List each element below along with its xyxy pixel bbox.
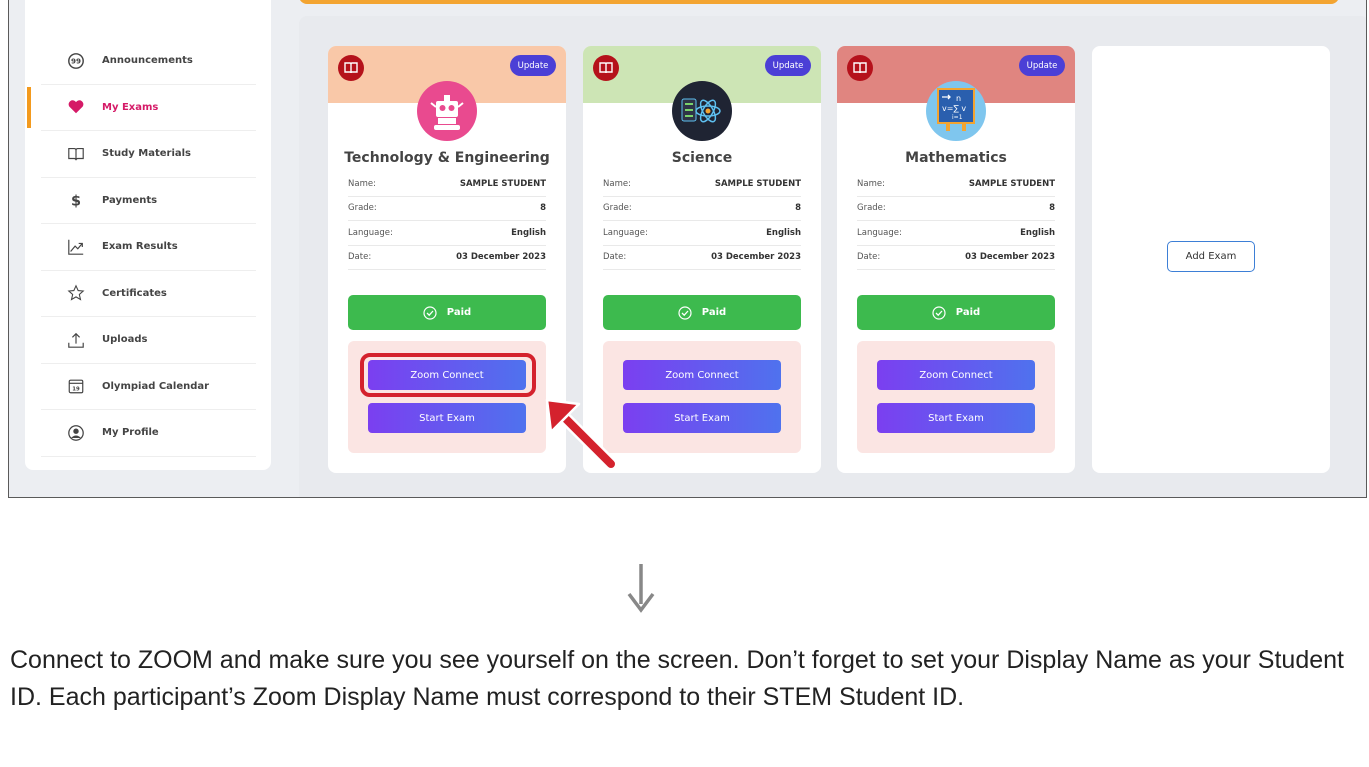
instruction-caption: Connect to ZOOM and make sure you see yo… [10,646,1344,711]
book-icon [338,55,364,81]
start-exam-button[interactable]: Start Exam [623,403,781,433]
top-accent-bar [299,0,1339,4]
zoom-connect-button[interactable]: Zoom Connect [623,360,781,390]
detail-row-grade: Grade: 8 [603,197,801,221]
svg-text:19: 19 [72,387,80,393]
update-button[interactable]: Update [765,55,811,76]
sidebar-item-label: Exam Results [102,241,178,253]
sidebar-item-uploads[interactable]: Uploads [41,317,256,364]
check-circle-icon [678,305,692,320]
sidebar-item-label: Uploads [102,334,148,346]
sidebar-item-label: Certificates [102,287,167,299]
add-exam-button[interactable]: Add Exam [1167,241,1255,272]
sidebar-item-my-profile[interactable]: My Profile [41,410,256,457]
check-circle-icon [423,305,437,320]
svg-text:$: $ [71,194,81,210]
card-title: Mathematics [905,150,1007,166]
book-icon [593,55,619,81]
exam-card-mathematics: Update n v=∑ v i=1 Mathematics Name: SAMP… [837,46,1075,473]
card-details: Name: SAMPLE STUDENT Grade: 8 Language: Eng… [857,172,1055,270]
update-button[interactable]: Update [1019,55,1065,76]
exam-actions: Zoom Connect Start Exam [603,341,801,453]
card-details: Name: SAMPLE STUDENT Grade: 8 Language: Eng… [603,172,801,270]
sidebar-item-label: My Profile [102,427,159,439]
sidebar-item-label: My Exams [102,101,159,113]
paid-status: Paid [348,295,546,330]
sidebar: 99 Announcements My Exams Study Material… [25,0,271,470]
sidebar-item-study-materials[interactable]: Study Materials [41,131,256,178]
sidebar-item-label: Olympiad Calendar [102,380,210,392]
sidebar-item-olympiad-calendar[interactable]: 19 Olympiad Calendar [41,364,256,410]
add-exam-card: Add Exam [1092,46,1330,473]
check-circle-icon [932,305,946,320]
exam-card-technology: Update Technology & Engineering Name: SAM… [328,46,566,473]
heart-icon [66,97,86,117]
sidebar-item-payments[interactable]: $ Payments [41,178,256,224]
upload-icon [66,330,86,350]
sidebar-nav: 99 Announcements My Exams Study Material… [25,38,271,457]
card-title: Science [671,150,733,166]
math-board-icon: n v=∑ v i=1 [926,81,986,141]
zoom-connect-button[interactable]: Zoom Connect [877,360,1035,390]
update-button[interactable]: Update [510,55,556,76]
calendar-icon: 19 [66,376,86,396]
card-title: Technology & Engineering [344,150,550,166]
dollar-icon: $ [66,190,86,210]
profile-icon [66,423,86,443]
detail-row-grade: Grade: 8 [348,197,546,221]
detail-row-name: Name: SAMPLE STUDENT [603,172,801,197]
red-pointer-arrow-icon [545,398,618,471]
portal-screenshot: 99 Announcements My Exams Study Material… [8,0,1367,498]
sidebar-item-exam-results[interactable]: Exam Results [41,224,256,271]
paid-status: Paid [603,295,801,330]
book-icon [847,55,873,81]
detail-row-language: Language: English [603,221,801,246]
start-exam-button[interactable]: Start Exam [368,403,526,433]
detail-row-language: Language: English [857,221,1055,246]
exam-actions: Zoom Connect Start Exam [348,341,546,453]
detail-row-name: Name: SAMPLE STUDENT [857,172,1055,197]
sidebar-item-label: Announcements [102,55,193,67]
detail-row-name: Name: SAMPLE STUDENT [348,172,546,197]
sidebar-item-label: Payments [102,194,158,206]
start-exam-button[interactable]: Start Exam [877,403,1035,433]
detail-row-date: Date: 03 December 2023 [348,246,546,270]
atom-icon [672,81,732,141]
robot-icon [417,81,477,141]
svg-text:n: n [956,94,961,103]
svg-text:i=1: i=1 [952,114,963,121]
detail-row-grade: Grade: 8 [857,197,1055,221]
sidebar-item-certificates[interactable]: Certificates [41,271,256,317]
chart-icon [66,237,86,257]
exam-actions: Zoom Connect Start Exam [857,341,1055,453]
sidebar-item-my-exams[interactable]: My Exams [27,85,256,131]
svg-text:99: 99 [71,56,81,65]
zoom-connect-highlight [360,353,536,397]
book-icon [66,144,86,164]
sidebar-item-announcements[interactable]: 99 Announcements [41,38,256,85]
down-arrow-icon [627,564,655,613]
detail-row-date: Date: 03 December 2023 [857,246,1055,270]
star-icon [66,283,86,303]
detail-row-language: Language: English [348,221,546,246]
detail-row-date: Date: 03 December 2023 [603,246,801,270]
card-details: Name: SAMPLE STUDENT Grade: 8 Language: Eng… [348,172,546,270]
svg-text:v=∑ v: v=∑ v [942,104,966,113]
paid-status: Paid [857,295,1055,330]
announcement-icon: 99 [66,51,86,71]
sidebar-item-label: Study Materials [102,148,192,160]
